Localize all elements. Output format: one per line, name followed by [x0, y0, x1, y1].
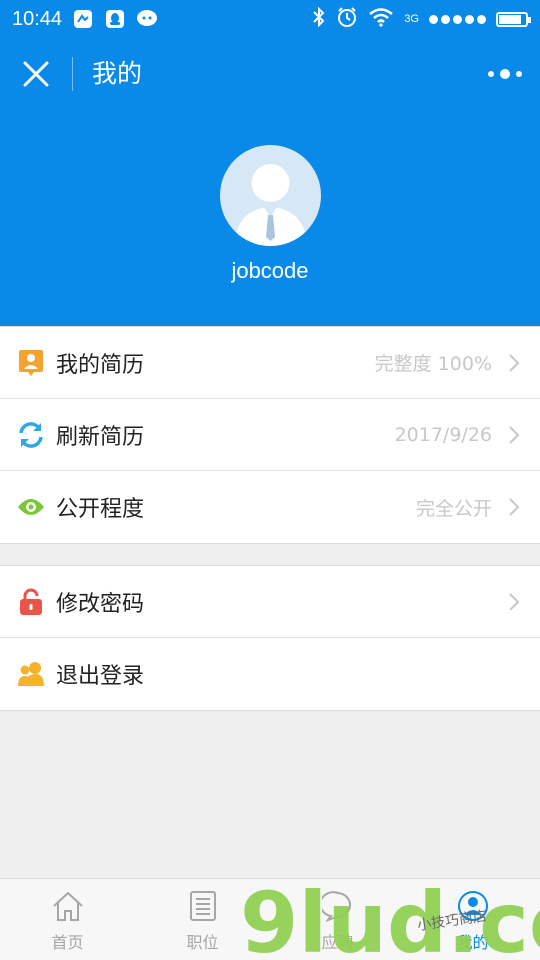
nav-divider [72, 57, 73, 91]
bluetooth-icon [312, 6, 326, 32]
more-options-button[interactable] [488, 62, 522, 86]
battery-icon [496, 11, 531, 27]
menu-group-resume: 我的简历 完整度 100% 刷新简历 2017/9/26 公开程度 完全公开 [0, 326, 540, 544]
more-dot [516, 71, 522, 77]
chevron-right-icon [509, 593, 520, 611]
wechat-icon [136, 8, 158, 30]
profile-header: 10:44 3G 我的 jobcode [0, 0, 540, 326]
menu-item-logout[interactable]: 退出登录 [0, 638, 540, 710]
tab-label: 职位 [186, 933, 219, 952]
refresh-icon [17, 421, 45, 449]
menu-item-label: 修改密码 [56, 591, 145, 617]
chevron-right-icon [509, 354, 520, 372]
menu-item-visibility[interactable]: 公开程度 完全公开 [0, 471, 540, 543]
menu-group-account: 修改密码 退出登录 [0, 565, 540, 711]
resume-icon [17, 349, 45, 377]
status-bar: 10:44 3G [0, 0, 540, 38]
menu-item-value: 完整度 100% [374, 353, 492, 375]
avatar[interactable] [220, 145, 321, 246]
network-type: 3G [404, 13, 419, 25]
tab-home[interactable]: 首页 [0, 879, 135, 960]
tab-applications[interactable]: 应聘 [270, 879, 405, 960]
nav-bar: 我的 [0, 38, 540, 110]
tab-label: 我的 [456, 933, 489, 952]
status-time: 10:44 [12, 7, 63, 30]
chat-icon [321, 889, 355, 923]
menu-item-my-resume[interactable]: 我的简历 完整度 100% [0, 327, 540, 399]
more-dot [488, 71, 494, 77]
default-user-avatar-icon [234, 164, 307, 246]
menu-item-value: 2017/9/26 [394, 423, 492, 446]
username: jobcode [231, 258, 309, 283]
status-right: 3G [312, 0, 531, 38]
menu-item-change-password[interactable]: 修改密码 [0, 566, 540, 638]
tab-jobs[interactable]: 职位 [135, 879, 270, 960]
more-dot [500, 69, 510, 79]
signal-strength-icon [429, 14, 486, 24]
close-icon [23, 61, 49, 87]
list-doc-icon [186, 889, 220, 923]
close-button[interactable] [18, 56, 54, 92]
user-circle-icon [456, 889, 490, 923]
menu-item-label: 刷新简历 [56, 424, 145, 450]
chevron-right-icon [509, 498, 520, 516]
tab-label: 应聘 [321, 933, 354, 952]
wifi-icon [368, 7, 394, 32]
lock-icon [17, 588, 45, 616]
qq-icon [104, 8, 126, 30]
chevron-right-icon [509, 426, 520, 444]
logout-user-icon [17, 660, 45, 688]
tab-mine[interactable]: 我的 [405, 879, 540, 960]
bottom-tab-bar: 首页 职位 应聘 我的 [0, 878, 540, 960]
menu-item-label: 公开程度 [56, 497, 145, 522]
tab-label: 首页 [51, 933, 84, 952]
menu-item-label: 我的简历 [56, 352, 145, 378]
notification-app-icon [72, 8, 94, 30]
home-icon [51, 889, 85, 923]
menu-item-label: 退出登录 [56, 664, 145, 689]
page-title: 我的 [92, 59, 143, 88]
alarm-icon [336, 6, 358, 33]
menu-item-value: 完全公开 [415, 497, 492, 520]
menu-item-refresh-resume[interactable]: 刷新简历 2017/9/26 [0, 399, 540, 471]
eye-icon [17, 493, 45, 521]
